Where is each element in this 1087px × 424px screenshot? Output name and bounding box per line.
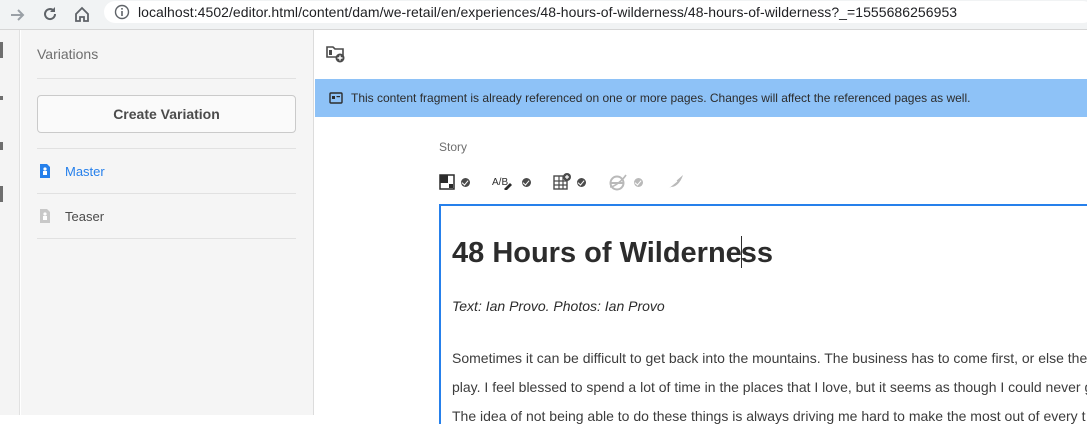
table-insert-button[interactable] — [553, 168, 586, 196]
svg-text:A/B: A/B — [492, 177, 508, 188]
rail-mark — [0, 96, 3, 100]
feather-icon — [666, 175, 683, 190]
main-toolbar — [315, 30, 1087, 78]
story-byline: Text: Ian Provo. Photos: Ian Provo — [452, 298, 665, 314]
rail-mark — [0, 186, 3, 202]
url-text: localhost:4502/editor.html/content/dam/w… — [138, 4, 958, 20]
paragraph-line: The idea of not being able to do these t… — [452, 408, 1086, 424]
spellcheck-icon: A/B — [492, 177, 512, 190]
link-icon — [609, 174, 627, 191]
check-icon — [577, 177, 586, 187]
divider — [37, 238, 296, 239]
story-paragraph: Sometimes it can be difficult to get bac… — [452, 344, 1087, 424]
alert-info-icon — [329, 92, 343, 104]
left-rail — [0, 30, 20, 415]
check-icon — [634, 177, 643, 187]
arrow-right-icon — [11, 9, 25, 21]
create-variation-button[interactable]: Create Variation — [37, 95, 296, 133]
format-table-icon — [439, 174, 455, 190]
paragraph-line: play. I feel blessed to spend a lot of t… — [452, 379, 1087, 395]
home-button[interactable] — [68, 0, 96, 28]
rte-toolbar: A/B — [439, 168, 709, 196]
browser-toolbar: localhost:4502/editor.html/content/dam/w… — [0, 0, 1087, 30]
folder-add-icon[interactable] — [326, 44, 346, 64]
variation-label: Teaser — [65, 208, 105, 224]
field-label: Story — [439, 140, 468, 154]
document-icon — [40, 164, 50, 178]
spellcheck-button[interactable]: A/B — [492, 168, 531, 196]
alert-banner: This content fragment is already referen… — [315, 79, 1087, 117]
reload-button[interactable] — [36, 0, 64, 28]
divider — [37, 78, 296, 79]
variations-title: Variations — [37, 46, 99, 62]
story-title-text: 48 Hours of Wilderne — [452, 237, 742, 269]
reload-icon — [44, 7, 57, 21]
check-icon — [522, 177, 531, 187]
story-title-text: ss — [740, 237, 774, 269]
link-button[interactable] — [608, 168, 643, 196]
variation-label: Master — [65, 163, 105, 179]
variations-panel: Variations Create Variation Master Tease… — [21, 30, 314, 415]
table-insert-icon — [553, 173, 571, 190]
alert-text: This content fragment is already referen… — [351, 91, 971, 105]
story-title: 48 Hours of Wilderness — [452, 236, 773, 270]
info-icon — [114, 4, 130, 20]
address-bar[interactable]: localhost:4502/editor.html/content/dam/w… — [104, 1, 1087, 23]
rail-mark — [0, 142, 3, 150]
format-table-button[interactable] — [439, 168, 470, 196]
forward-button[interactable] — [4, 1, 32, 29]
home-icon — [75, 6, 89, 22]
main-editor-area: This content fragment is already referen… — [315, 30, 1087, 424]
check-icon — [461, 177, 470, 187]
paragraph-line: Sometimes it can be difficult to get bac… — [452, 350, 1087, 366]
variation-item-master[interactable]: Master — [37, 149, 296, 193]
rail-mark — [0, 42, 3, 58]
document-icon — [40, 209, 50, 223]
feather-button[interactable] — [665, 168, 687, 196]
variation-item-teaser[interactable]: Teaser — [37, 194, 296, 238]
rich-text-editor[interactable]: 48 Hours of Wilderness Text: Ian Provo. … — [439, 204, 1087, 424]
